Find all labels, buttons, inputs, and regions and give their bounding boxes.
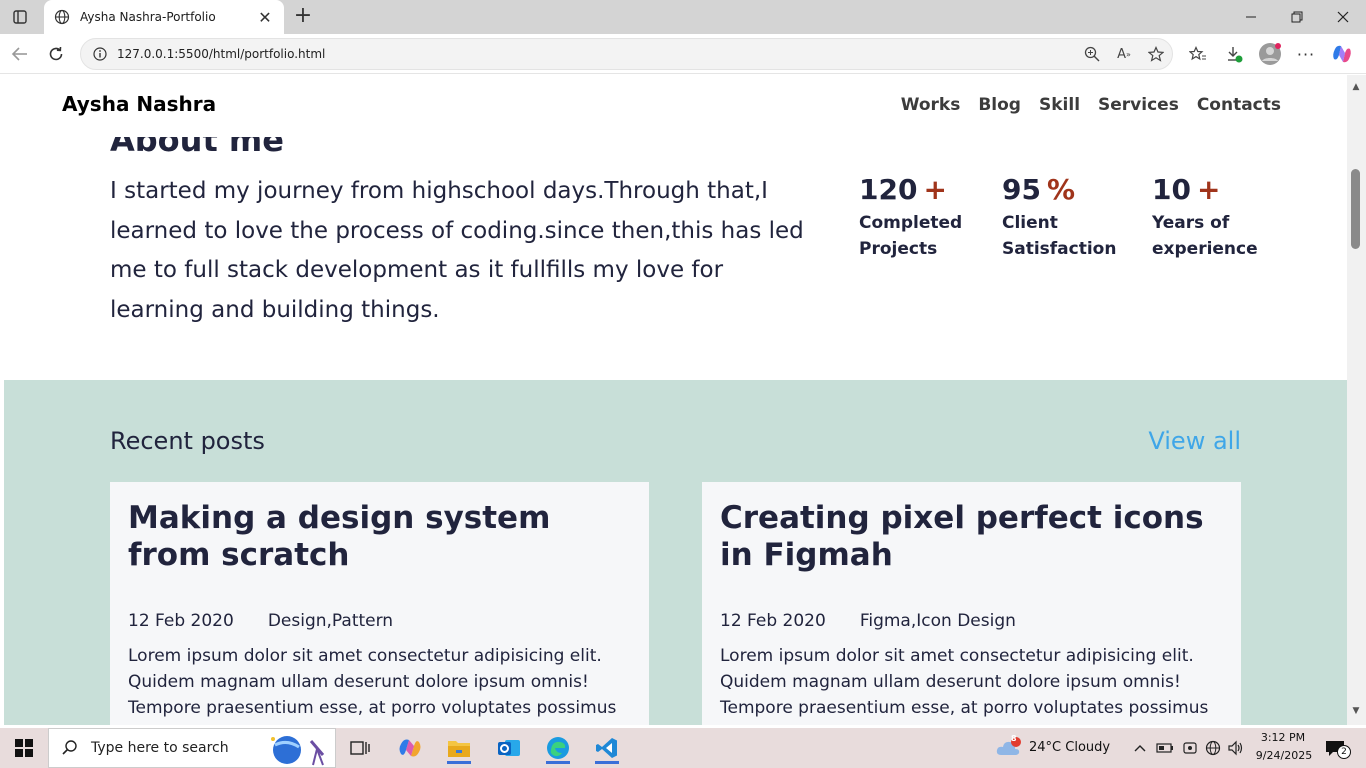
favorite-star-icon[interactable] [1140, 46, 1172, 62]
volume-icon[interactable] [1226, 732, 1246, 764]
scroll-up-icon[interactable]: ▲ [1350, 81, 1362, 93]
edge-browser-icon[interactable] [538, 732, 578, 764]
page-scrollbar[interactable]: ▲ ▼ [1347, 75, 1366, 725]
post-tags: Design,Pattern [267, 611, 394, 631]
zoom-icon[interactable] [1076, 46, 1108, 62]
back-icon[interactable] [8, 42, 32, 66]
stat-number: 10 [1152, 173, 1191, 206]
site-header: Aysha Nashra Works Blog Skill Services C… [4, 75, 1347, 137]
restore-icon[interactable] [1274, 0, 1320, 34]
clock-date[interactable]: 9/24/2025 [1252, 749, 1316, 762]
tab-title: Aysha Nashra-Portfolio [80, 10, 216, 24]
stat-number: 120 [859, 173, 918, 206]
page-viewport: About me Aysha Nashra Works Blog Skill S… [4, 75, 1347, 725]
search-icon [62, 740, 77, 755]
meet-now-icon[interactable] [1180, 732, 1200, 764]
battery-icon[interactable] [1155, 732, 1175, 764]
notification-count: 2 [1337, 745, 1351, 759]
copilot-taskbar-icon[interactable] [390, 732, 430, 764]
stat-satisfaction: 95% Client Satisfaction [1002, 173, 1117, 262]
network-globe-icon[interactable] [1203, 732, 1223, 764]
post-excerpt: Lorem ipsum dolor sit amet consectetur a… [128, 646, 617, 725]
file-explorer-icon[interactable] [439, 732, 479, 764]
recent-posts-section: Recent posts View all Making a design sy… [4, 380, 1347, 725]
taskbar: Type here to search 8 24°C Cloudy 3:12 P… [0, 728, 1366, 768]
address-bar-row: 127.0.0.1:5500/html/portfolio.html A» ··… [0, 34, 1366, 74]
post-date: 12 Feb 2020 [720, 611, 826, 631]
weather-cloud-icon[interactable]: 8 [993, 732, 1025, 764]
chevron-up-icon[interactable] [1130, 732, 1150, 764]
refresh-icon[interactable] [44, 42, 68, 66]
copilot-icon[interactable] [1330, 42, 1354, 66]
vscode-icon[interactable] [587, 732, 627, 764]
post-card[interactable]: Creating pixel perfect icons in Figmah 1… [702, 482, 1241, 725]
active-indicator [546, 761, 570, 764]
close-window-icon[interactable] [1320, 0, 1366, 34]
stat-suffix: + [1196, 173, 1221, 206]
post-tags: Figma,Icon Design [859, 611, 1016, 631]
info-icon[interactable] [93, 47, 107, 61]
view-all-link[interactable]: View all [1148, 427, 1241, 455]
close-tab-icon[interactable]: ✕ [256, 8, 274, 27]
stat-label: Completed Projects [859, 213, 963, 259]
nav-menu: Works Blog Skill Services Contacts [901, 95, 1281, 115]
browser-tab[interactable]: Aysha Nashra-Portfolio ✕ [44, 0, 284, 34]
downloads-icon[interactable] [1222, 42, 1246, 66]
globe-icon [54, 9, 70, 25]
recent-posts-title: Recent posts [110, 427, 265, 455]
search-highlight-icon [271, 736, 325, 766]
clock-time[interactable]: 3:12 PM [1258, 731, 1308, 744]
nav-link-contacts[interactable]: Contacts [1197, 95, 1281, 115]
post-meta: 12 Feb 2020 Design,Pattern [128, 611, 631, 631]
brand-name[interactable]: Aysha Nashra [62, 92, 216, 116]
tab-actions-icon[interactable] [8, 6, 32, 28]
about-text: I started my journey from highschool day… [110, 178, 804, 323]
post-title[interactable]: Making a design system from scratch [128, 500, 631, 574]
search-placeholder: Type here to search [91, 740, 229, 756]
nav-link-services[interactable]: Services [1098, 95, 1179, 115]
stat-experience: 10 + Years of experience [1152, 173, 1262, 262]
favorites-icon[interactable] [1186, 42, 1210, 66]
stat-number: 95 [1002, 173, 1041, 206]
nav-link-works[interactable]: Works [901, 95, 961, 115]
minimize-icon[interactable] [1228, 0, 1274, 34]
taskbar-search[interactable]: Type here to search [48, 728, 336, 768]
url-text: 127.0.0.1:5500/html/portfolio.html [117, 47, 326, 61]
read-aloud-icon[interactable]: A» [1108, 47, 1140, 62]
post-title[interactable]: Creating pixel perfect icons in Figmah [720, 500, 1223, 574]
nav-link-skill[interactable]: Skill [1039, 95, 1080, 115]
browser-tab-bar: Aysha Nashra-Portfolio ✕ + [0, 0, 1366, 34]
stat-suffix: % [1046, 173, 1076, 206]
task-view-icon[interactable] [340, 732, 380, 764]
stat-label: Years of experience [1152, 213, 1258, 259]
post-meta: 12 Feb 2020 Figma,Icon Design [720, 611, 1223, 631]
notification-icon[interactable]: 2 [1318, 732, 1352, 764]
post-date: 12 Feb 2020 [128, 611, 234, 631]
more-options-icon[interactable]: ··· [1294, 42, 1318, 66]
post-card[interactable]: Making a design system from scratch 12 F… [110, 482, 649, 725]
stat-projects: 120 + Completed Projects [859, 173, 969, 262]
scroll-down-icon[interactable]: ▼ [1350, 705, 1362, 717]
weather-text[interactable]: 24°C Cloudy [1029, 740, 1110, 755]
stat-suffix: + [923, 173, 947, 206]
profile-avatar-icon[interactable] [1258, 42, 1282, 66]
url-field[interactable]: 127.0.0.1:5500/html/portfolio.html A» [80, 38, 1173, 70]
active-indicator [447, 761, 471, 764]
windows-start-icon[interactable] [4, 732, 44, 764]
post-excerpt: Lorem ipsum dolor sit amet consectetur a… [720, 646, 1209, 725]
new-tab-icon[interactable]: + [290, 4, 316, 30]
nav-link-blog[interactable]: Blog [978, 95, 1021, 115]
outlook-icon[interactable] [489, 732, 529, 764]
weather-badge: 8 [1011, 734, 1017, 743]
active-indicator [595, 761, 619, 764]
stat-label: Client Satisfaction [1002, 213, 1117, 259]
scroll-thumb[interactable] [1351, 169, 1360, 249]
